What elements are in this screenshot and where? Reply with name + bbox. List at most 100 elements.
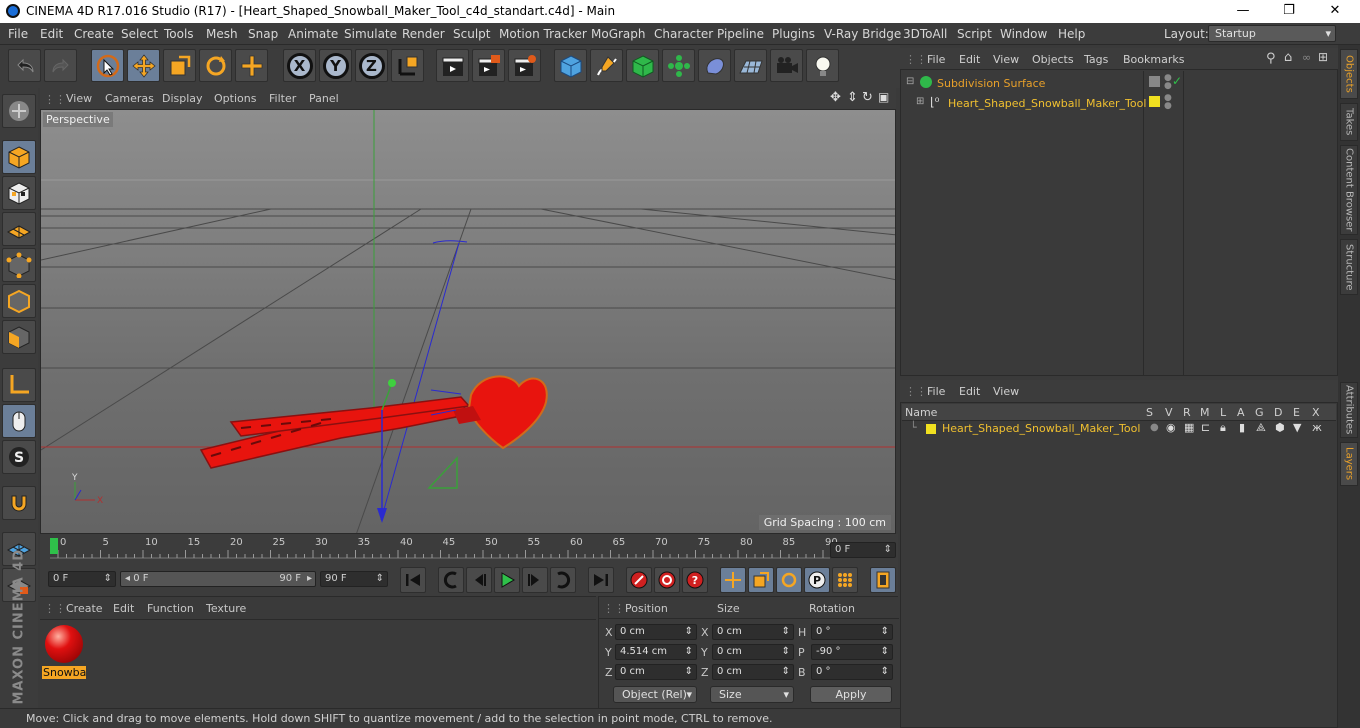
layout-select[interactable]: Startup ▾ [1208, 25, 1336, 42]
generator-icon[interactable]: ⟁ [1256, 421, 1266, 435]
layer-col-render[interactable]: R [1183, 406, 1191, 419]
layer-col-solo[interactable]: S [1146, 406, 1153, 419]
menu-vray-bridge[interactable]: V-Ray Bridge [824, 27, 901, 41]
menu-pipeline[interactable]: Pipeline [717, 27, 764, 41]
current-frame-field[interactable]: 0 F ⇕ [830, 542, 896, 558]
size-mode-dropdown[interactable]: Size ▾ [710, 686, 794, 703]
solo-dot-icon[interactable]: ● [1150, 422, 1159, 433]
layer-col-view[interactable]: V [1165, 406, 1173, 419]
move-tool-button[interactable] [127, 49, 160, 82]
layer-col-deformers[interactable]: D [1274, 406, 1282, 419]
viewport-menu-cameras[interactable]: Cameras [105, 92, 154, 105]
3d-viewport[interactable]: Y X Perspective Grid Spacing : 100 cm [40, 109, 896, 534]
minimize-button[interactable]: — [1220, 2, 1266, 22]
x-axis-lock-button[interactable]: X [283, 49, 316, 82]
start-frame-field[interactable]: 0 F ⇕ [48, 571, 116, 587]
menu-window[interactable]: Window [1000, 27, 1047, 41]
menu-render[interactable]: Render [402, 27, 445, 41]
previous-key-button[interactable] [438, 567, 464, 593]
edges-mode-button[interactable] [2, 284, 36, 318]
next-key-button[interactable] [550, 567, 576, 593]
undo-button[interactable] [8, 49, 41, 82]
new-window-icon[interactable]: ⊞ [1318, 50, 1328, 64]
move-view-icon[interactable]: ✥ [830, 90, 841, 105]
polygons-mode-button[interactable] [2, 320, 36, 354]
model-mode-button[interactable] [2, 140, 36, 174]
render-clapper-icon[interactable]: ▦ [1184, 421, 1194, 434]
maximize-view-icon[interactable]: ▣ [878, 90, 889, 104]
menu-simulate[interactable]: Simulate [344, 27, 397, 41]
previous-frame-button[interactable] [466, 567, 492, 593]
viewport-menu-options[interactable]: Options [214, 92, 256, 105]
scale-tool-button[interactable] [163, 49, 196, 82]
material-menu-function[interactable]: Function [147, 602, 194, 615]
home-icon[interactable]: ⌂ [1284, 50, 1292, 65]
frame-range-slider[interactable]: ◂ 0 F 90 F ▸ [120, 571, 316, 587]
maximize-button[interactable]: ❐ [1266, 2, 1312, 22]
timeline-ruler[interactable]: 051015202530354045505560657075808590 0 F… [40, 534, 898, 566]
keyframe-selection-button[interactable]: ? [682, 567, 708, 593]
layer-col-generators[interactable]: G [1255, 406, 1264, 419]
points-mode-button[interactable] [2, 248, 36, 282]
axis-mode-button[interactable] [2, 368, 36, 402]
deformer-icon[interactable]: ⬢ [1275, 421, 1285, 434]
objects-menu-bookmarks[interactable]: Bookmarks [1123, 53, 1184, 66]
menu-script[interactable]: Script [957, 27, 992, 41]
size-x-field[interactable]: 0 cm ⇕ [712, 624, 794, 640]
workplane-mode-button[interactable] [2, 212, 36, 246]
rot-h-field[interactable]: 0 ° ⇕ [811, 624, 893, 640]
visibility-dots-icon[interactable]: ● ● [1164, 74, 1172, 91]
go-to-end-button[interactable] [588, 567, 614, 593]
objects-menu-view[interactable]: View [993, 53, 1019, 66]
layer-col-expressions[interactable]: E [1293, 406, 1300, 419]
redo-button[interactable] [44, 49, 77, 82]
go-to-start-button[interactable] [400, 567, 426, 593]
layer-color-swatch[interactable] [1149, 96, 1160, 107]
coordinate-system-button[interactable] [391, 49, 424, 82]
recent-tool-button[interactable] [235, 49, 268, 82]
zoom-view-icon[interactable]: ⇕ [847, 90, 858, 105]
material-menu-create[interactable]: Create [66, 602, 103, 615]
play-button[interactable] [494, 567, 520, 593]
material-swatch[interactable]: Snowba [42, 622, 86, 680]
layer-col-animation[interactable]: A [1237, 406, 1245, 419]
tab-attributes[interactable]: Attributes [1340, 382, 1358, 438]
menu-plugins[interactable]: Plugins [772, 27, 815, 41]
menu-mograph[interactable]: MoGraph [591, 27, 646, 41]
deformer-button[interactable] [698, 49, 731, 82]
menu-3dtoall[interactable]: 3DToAll [903, 27, 947, 41]
size-z-field[interactable]: 0 cm ⇕ [712, 664, 794, 680]
tab-content-browser[interactable]: Content Browser [1340, 145, 1358, 235]
menu-file[interactable]: File [8, 27, 28, 41]
tab-objects[interactable]: Objects [1340, 49, 1358, 99]
cloner-button[interactable] [662, 49, 695, 82]
cube-primitive-button[interactable] [554, 49, 587, 82]
key-parameter-button[interactable]: P [804, 567, 830, 593]
menu-animate[interactable]: Animate [288, 27, 338, 41]
autokeying-button[interactable] [654, 567, 680, 593]
manager-icon[interactable]: ⊏ [1201, 421, 1210, 434]
object-row-heart-shaped-snowball-maker-tool[interactable]: ⊞ ⌊⁰ Heart_Shaped_Snowball_Maker_Tool ● ● [902, 94, 1336, 113]
pos-z-field[interactable]: 0 cm ⇕ [615, 664, 697, 680]
close-button[interactable]: ✕ [1312, 2, 1358, 22]
collapse-icon[interactable]: ⊟ [906, 76, 914, 87]
menu-character[interactable]: Character [654, 27, 713, 41]
camera-button[interactable] [770, 49, 803, 82]
menu-mesh[interactable]: Mesh [206, 27, 238, 41]
tab-layers[interactable]: Layers [1340, 442, 1358, 486]
link-icon[interactable]: ∞ [1302, 51, 1311, 64]
tab-takes[interactable]: Takes [1340, 103, 1358, 141]
objects-menu-file[interactable]: File [927, 53, 945, 66]
layer-color-swatch[interactable] [1149, 76, 1160, 87]
key-rotation-button[interactable] [776, 567, 802, 593]
layers-menu-edit[interactable]: Edit [959, 385, 980, 398]
apply-button[interactable]: Apply [810, 686, 892, 703]
floor-button[interactable] [734, 49, 767, 82]
size-y-field[interactable]: 0 cm ⇕ [712, 644, 794, 660]
menu-edit[interactable]: Edit [40, 27, 63, 41]
layer-color-swatch[interactable] [926, 424, 936, 434]
enabled-check-icon[interactable]: ✓ [1172, 74, 1182, 88]
tab-structure[interactable]: Structure [1340, 239, 1358, 295]
render-view-button[interactable] [436, 49, 469, 82]
snap-button[interactable]: S [2, 440, 36, 474]
